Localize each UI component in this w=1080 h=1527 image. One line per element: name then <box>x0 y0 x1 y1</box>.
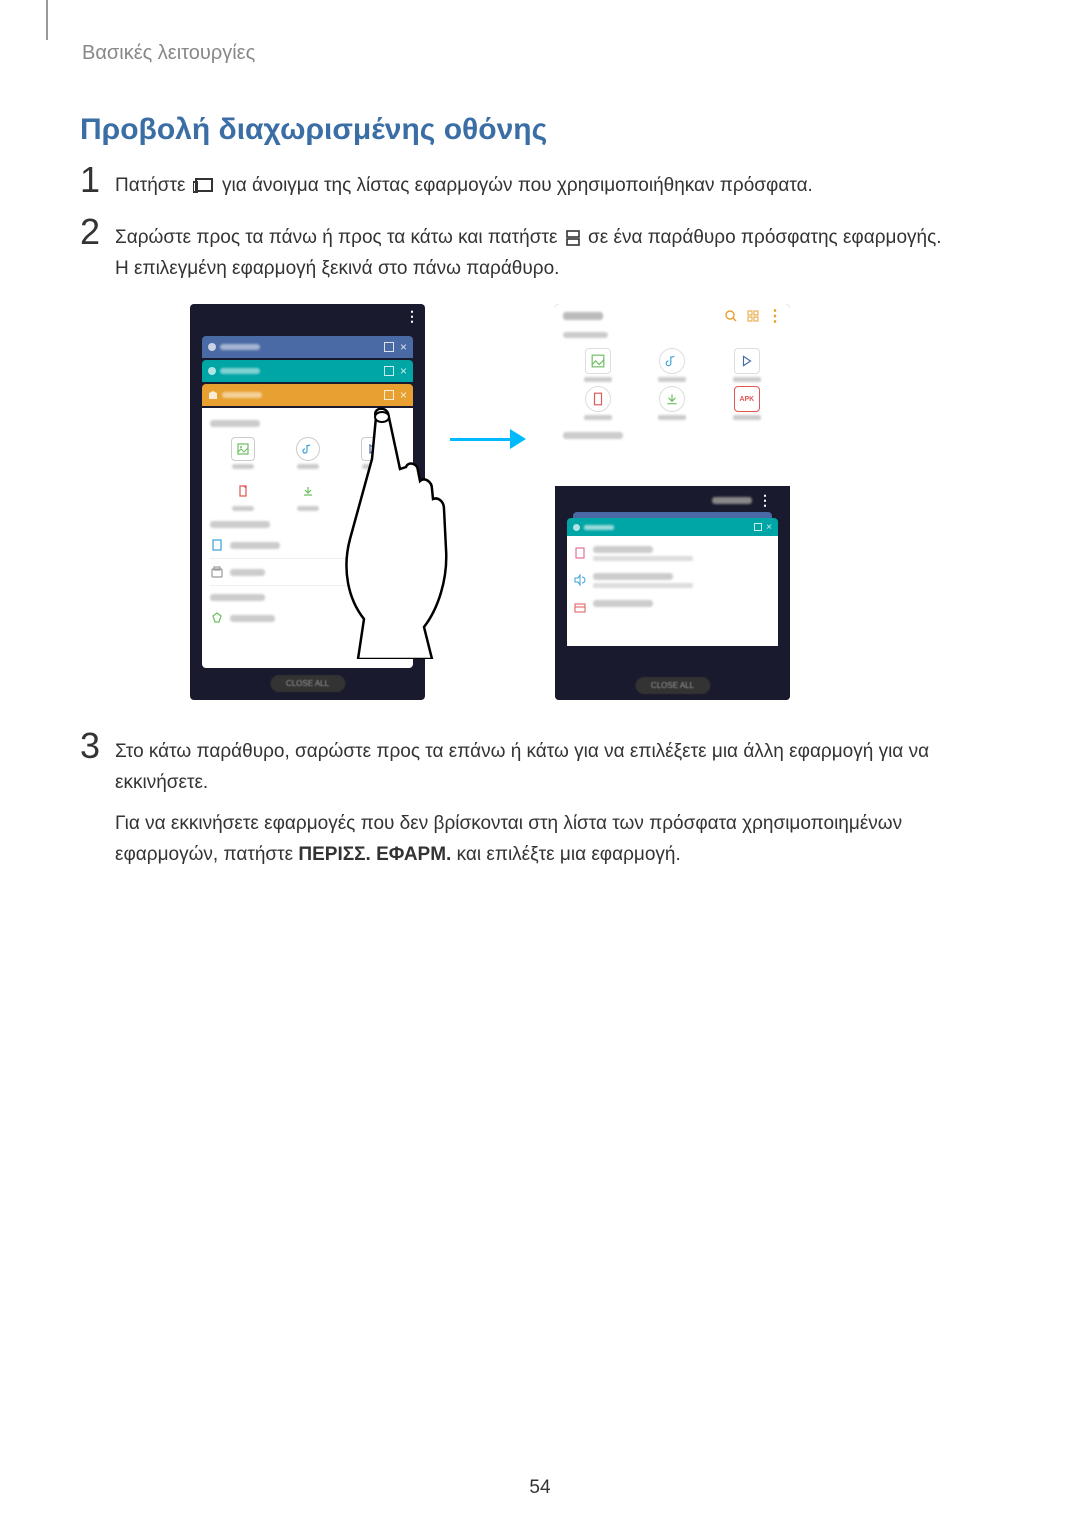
phone-mockup-left: ⋮ × × × <box>190 304 425 700</box>
step-2-pre: Σαρώστε προς τα πάνω ή προς τα κάτω και … <box>115 227 563 248</box>
step-1-pre: Πατήστε <box>115 175 191 196</box>
phone-mockup-right: ⋮ APK ⋮ × <box>555 304 790 700</box>
step-2-post: σε ένα παράθυρο πρόσφατης εφαρμογής. <box>583 227 942 248</box>
step-3: 3 Στο κάτω παράθυρο, σαρώστε προς τα επά… <box>80 736 960 799</box>
step-2-line2: Η επιλεγμένη εφαρμογή ξεκινά στο πάνω πα… <box>115 253 960 284</box>
more-icon: ⋮ <box>768 309 782 323</box>
recent-apps-icon <box>193 178 215 194</box>
split-top-pane: ⋮ APK <box>555 304 790 486</box>
step-number: 3 <box>80 728 115 764</box>
recent-apps-stack: × × × <box>202 336 413 668</box>
instruction-figure: ⋮ × × × <box>190 304 790 704</box>
extra-bold: ΠΕΡΙΣΣ. ΕΦΑΡΜ. <box>298 844 451 865</box>
step-number: 2 <box>80 214 115 250</box>
step-text: Στο κάτω παράθυρο, σαρώστε προς τα επάνω… <box>115 736 960 799</box>
close-all-button: CLOSE ALL <box>635 677 710 694</box>
section-heading: Προβολή διαχωρισμένης οθόνης <box>80 113 547 147</box>
grid-icon <box>746 309 760 323</box>
step-1: 1 Πατήστε για άνοιγμα της λίστας εφαρμογ… <box>80 170 960 201</box>
page-margin-rule <box>46 0 48 40</box>
recent-card-active: × <box>202 384 413 406</box>
step-2: 2 Σαρώστε προς τα πάνω ή προς τα κάτω κα… <box>80 222 960 285</box>
step-number: 1 <box>80 162 115 198</box>
step-text: Σαρώστε προς τα πάνω ή προς τα κάτω και … <box>115 222 960 285</box>
app-preview-body: AP <box>202 408 413 668</box>
step-1-post: για άνοιγμα της λίστας εφαρμογών που χρη… <box>217 175 813 196</box>
recent-card: × <box>202 360 413 382</box>
breadcrumb: Βασικές λειτουργίες <box>82 42 255 65</box>
recent-card: × <box>202 336 413 358</box>
split-screen-icon <box>565 230 581 246</box>
close-all-button: CLOSE ALL <box>270 675 345 692</box>
split-bottom-pane: ⋮ × <box>555 486 790 700</box>
more-icon: ⋮ <box>405 308 419 325</box>
search-icon <box>724 309 738 323</box>
app-title <box>563 312 603 320</box>
extra-post: και επιλέξτε μια εφαρμογή. <box>451 844 680 865</box>
apk-icon: APK <box>734 386 760 412</box>
recent-card: × <box>567 518 778 536</box>
page-number: 54 <box>529 1477 550 1499</box>
settings-preview <box>567 536 778 646</box>
step-text: Πατήστε για άνοιγμα της λίστας εφαρμογών… <box>115 170 960 201</box>
step-3-extra: Για να εκκινήσετε εφαρμογές που δεν βρίσ… <box>115 808 960 871</box>
more-apps-button: ⋮ <box>712 492 772 509</box>
arrow-icon <box>450 429 530 449</box>
